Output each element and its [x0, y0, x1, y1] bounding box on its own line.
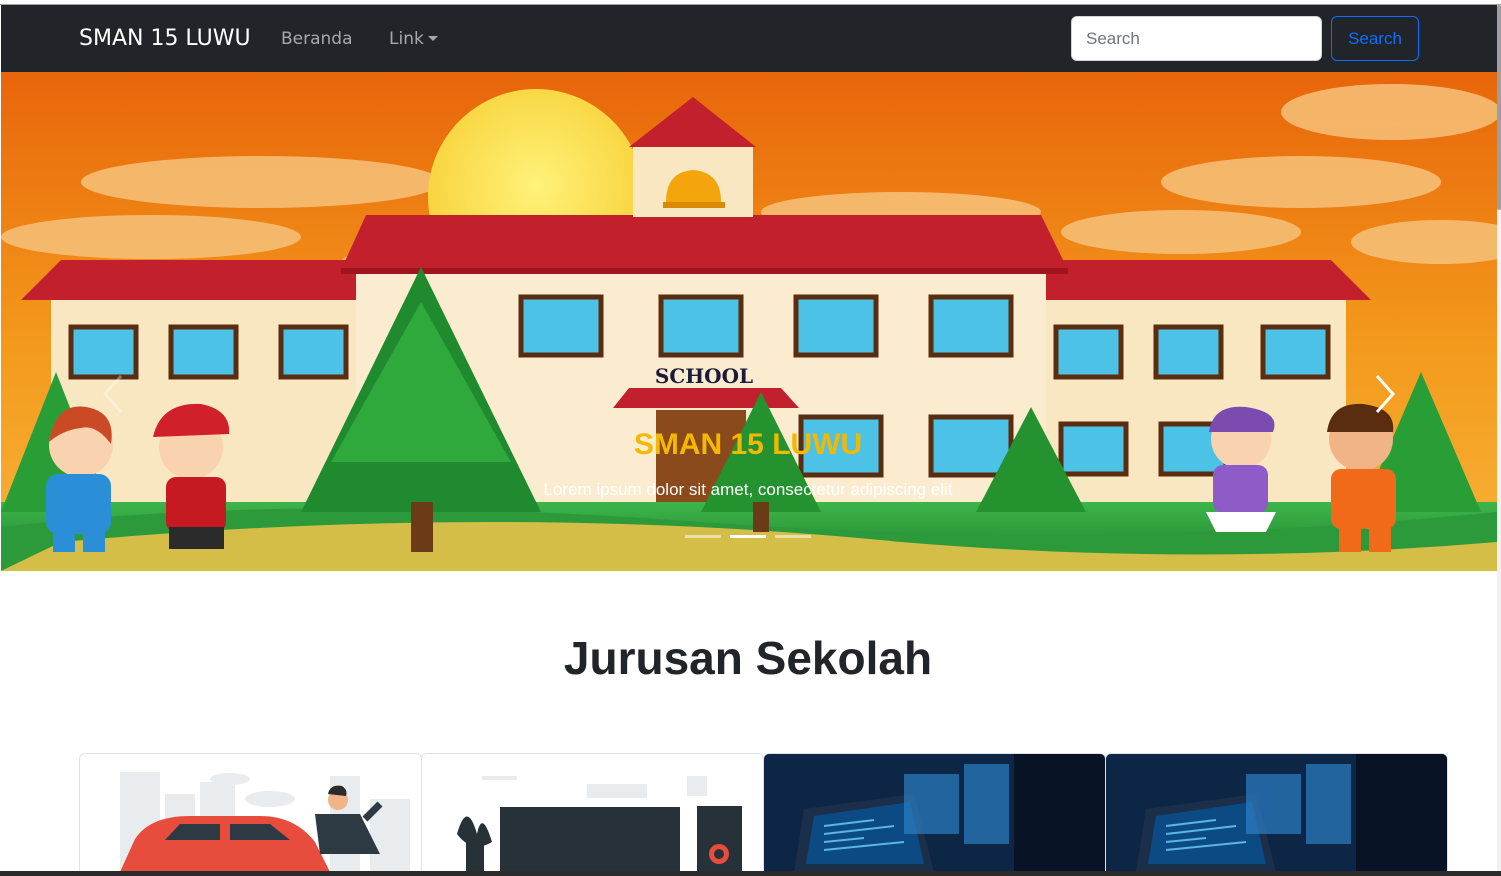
nav-link-dropdown[interactable]: Link	[389, 28, 438, 50]
section-title: Jurusan Sekolah	[563, 632, 933, 684]
tv-illustration	[422, 754, 763, 871]
laptop-code-photo	[1106, 754, 1447, 871]
carousel-indicator-2[interactable]	[730, 535, 766, 538]
major-card-3[interactable]	[763, 753, 1106, 871]
nav-link-dropdown-label: Link	[389, 29, 424, 49]
window-bottom-edge	[0, 871, 1501, 876]
major-card-4[interactable]	[1105, 753, 1448, 871]
search-button[interactable]: Search	[1331, 16, 1419, 61]
school-sign-text: SCHOOL	[655, 364, 753, 388]
carousel-indicator-1[interactable]	[685, 535, 721, 538]
major-card-2[interactable]	[421, 753, 764, 871]
carousel-prev-button[interactable]	[99, 372, 129, 416]
carousel-next-button[interactable]	[1369, 372, 1399, 416]
laptop-code-photo	[764, 754, 1105, 871]
car-illustration	[80, 754, 421, 871]
page-scrollbar[interactable]	[1497, 5, 1501, 871]
chevron-right-icon	[1375, 375, 1396, 413]
scrollbar-thumb[interactable]	[1497, 5, 1501, 210]
navbar-brand[interactable]: SMAN 15 LUWU	[79, 25, 251, 53]
carousel-caption-title: SMAN 15 LUWU	[633, 428, 863, 461]
top-navbar: SMAN 15 LUWU Beranda Link Search	[1, 5, 1497, 72]
carousel-caption-text: Lorem ipsum dolor sit amet, consectetur …	[543, 480, 953, 499]
chevron-left-icon	[102, 375, 123, 413]
search-input[interactable]	[1071, 16, 1322, 61]
carousel-indicator-3[interactable]	[775, 535, 811, 538]
major-card-1[interactable]	[79, 753, 422, 871]
nav-link-beranda[interactable]: Beranda	[281, 28, 353, 50]
caret-down-icon	[427, 36, 438, 41]
